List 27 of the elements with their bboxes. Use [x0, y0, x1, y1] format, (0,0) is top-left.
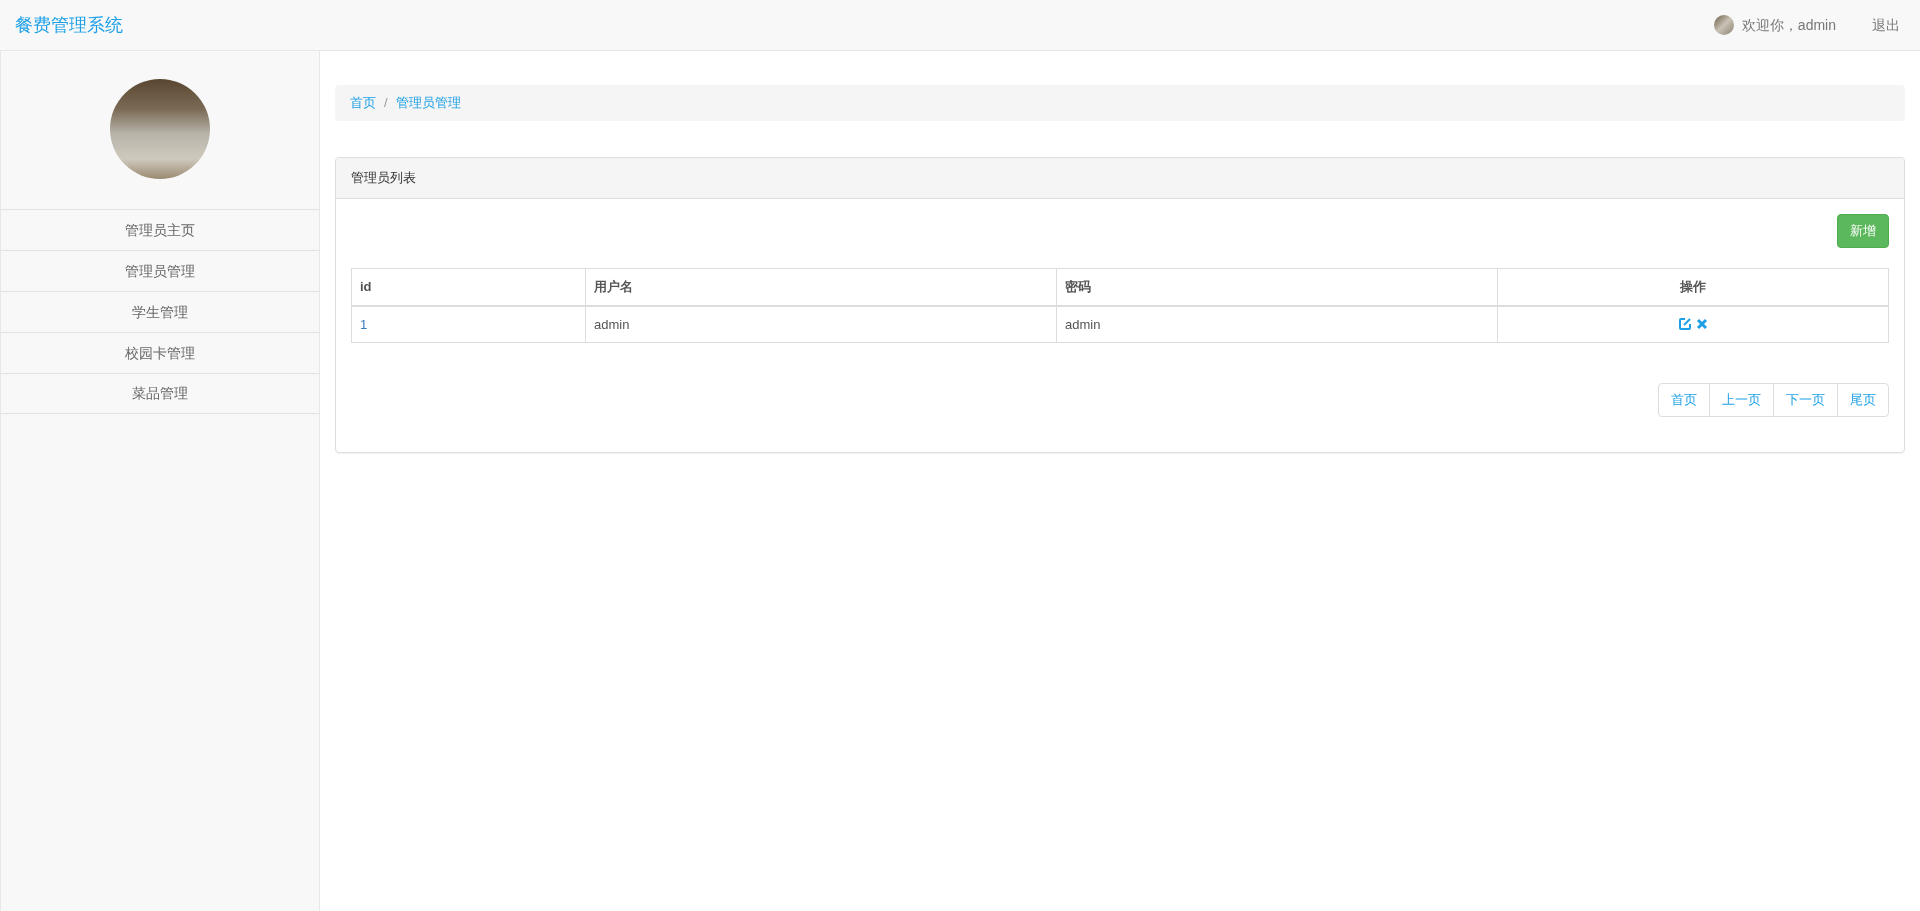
brand-link[interactable]: 餐费管理系统	[15, 11, 123, 39]
avatar-photo	[1713, 15, 1734, 35]
breadcrumb-link[interactable]: 首页	[350, 93, 376, 113]
breadcrumb-link[interactable]: 管理员管理	[395, 93, 461, 113]
sidebar-item[interactable]: 校园卡管理	[1, 332, 319, 373]
column-header: id	[351, 268, 586, 306]
sidebar-item[interactable]: 学生管理	[1, 291, 319, 332]
welcome-text: 欢迎你，admin	[1741, 15, 1836, 35]
column-header: 密码	[1056, 268, 1498, 306]
table-cell: admin	[585, 305, 1057, 343]
pagination-link[interactable]: 首页	[1659, 384, 1709, 416]
sidebar-item[interactable]: 管理员管理	[1, 250, 319, 291]
panel-title: 管理员列表	[351, 169, 416, 188]
sidebar-item[interactable]: 管理员主页	[1, 209, 319, 250]
logout-link[interactable]: 退出	[1872, 14, 1900, 36]
column-header: 用户名	[585, 268, 1057, 306]
column-header: 操作	[1497, 268, 1889, 306]
add-button[interactable]: 新增	[1837, 214, 1889, 248]
pagination-link[interactable]: 上一页	[1709, 384, 1773, 416]
table-cell: admin	[1056, 305, 1498, 343]
delete-icon[interactable]	[1696, 318, 1708, 331]
pagination-link[interactable]: 下一页	[1773, 384, 1837, 416]
pagination-link[interactable]: 尾页	[1837, 384, 1888, 416]
breadcrumb-separator: /	[383, 94, 389, 113]
table-cell: 1	[351, 305, 586, 343]
sidebar-item[interactable]: 菜品管理	[1, 373, 319, 414]
edit-icon[interactable]	[1678, 317, 1692, 332]
